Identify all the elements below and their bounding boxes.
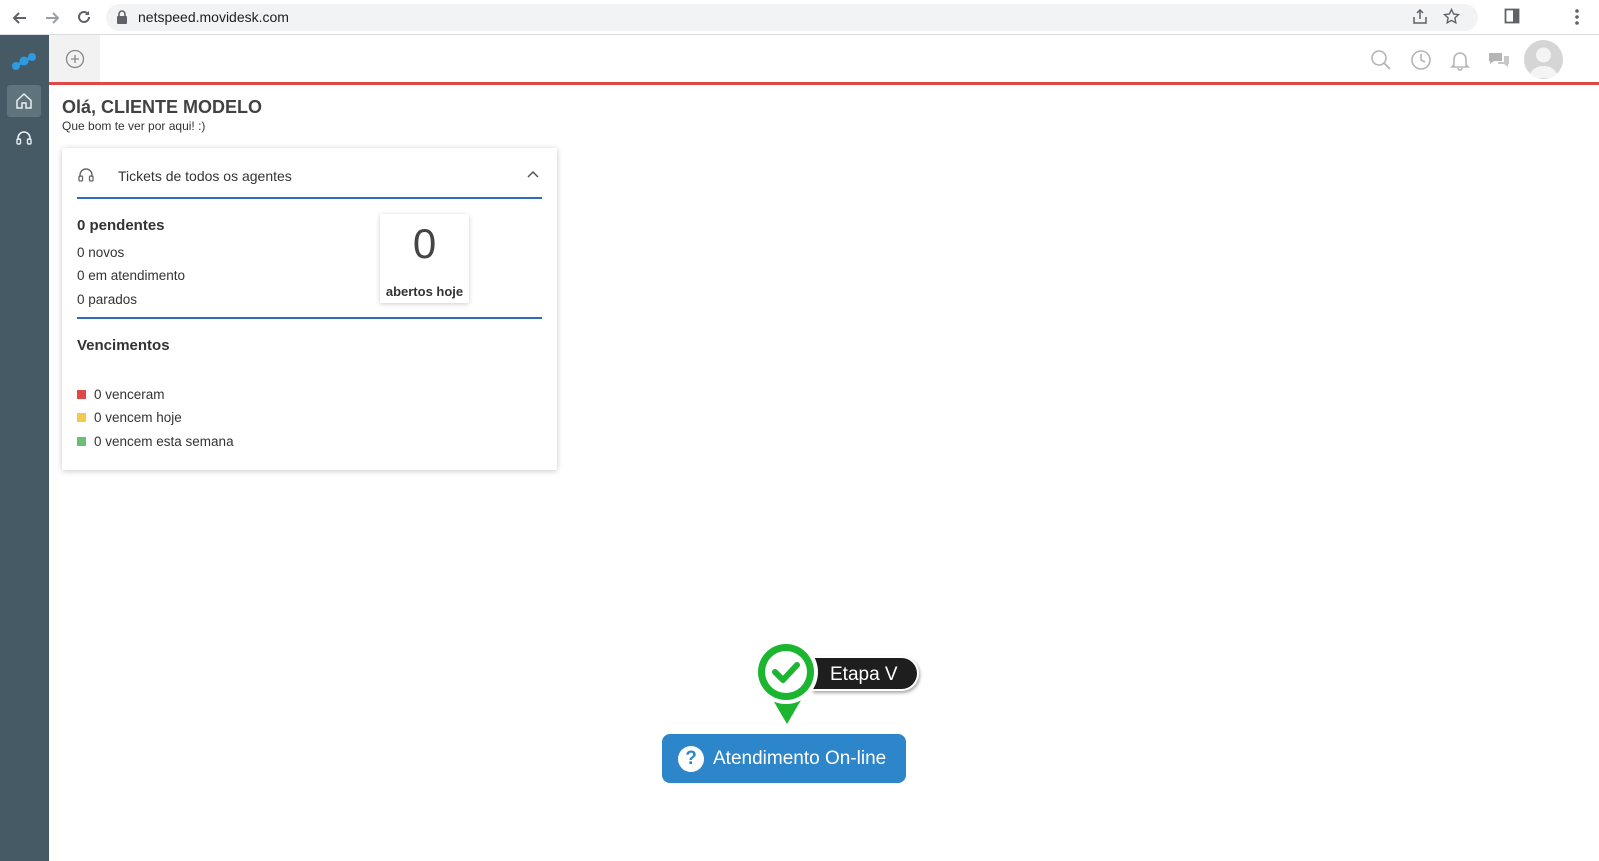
forward-button[interactable] xyxy=(40,6,64,30)
headset-icon xyxy=(78,168,94,182)
history-icon[interactable] xyxy=(1410,49,1432,71)
forward-arrow-icon xyxy=(46,12,60,24)
opened-today-label: abertos hoje xyxy=(385,284,464,299)
page-subtitle: Que bom te ver por aqui! :) xyxy=(62,119,206,133)
opened-today-box[interactable]: 0 abertos hoje xyxy=(380,214,469,303)
movidesk-logo[interactable] xyxy=(11,52,37,77)
due-week-row[interactable]: 0 vencem esta semana xyxy=(77,434,234,449)
due-today-row[interactable]: 0 vencem hoje xyxy=(77,410,182,425)
due-expired-label: 0 venceram xyxy=(94,387,165,402)
side-panel-icon[interactable] xyxy=(1504,8,1520,24)
lock-icon xyxy=(117,10,127,24)
online-support-button[interactable]: ? Atendimento On-line xyxy=(662,734,906,783)
due-title: Vencimentos xyxy=(77,337,170,354)
step-label: Etapa V xyxy=(830,664,898,685)
user-icon xyxy=(1529,47,1558,78)
add-icon xyxy=(65,49,84,68)
address-bar[interactable]: netspeed.movidesk.com xyxy=(106,4,1478,31)
online-support-label: Atendimento On-line xyxy=(713,747,887,769)
user-avatar[interactable] xyxy=(1524,40,1563,79)
reload-button[interactable] xyxy=(72,6,96,30)
browser-menu-icon[interactable] xyxy=(1574,8,1580,26)
card-title: Tickets de todos os agentes xyxy=(118,168,292,184)
due-week-label: 0 vencem esta semana xyxy=(94,434,234,449)
page-title: Olá, CLIENTE MODELO xyxy=(62,97,263,117)
help-icon: ? xyxy=(678,745,704,772)
card-divider xyxy=(77,317,542,319)
bookmark-star-icon[interactable] xyxy=(1443,8,1460,25)
reload-icon xyxy=(78,10,90,23)
back-button[interactable] xyxy=(8,6,32,30)
pending-stopped: 0 parados xyxy=(77,292,138,307)
url-text: netspeed.movidesk.com xyxy=(138,9,289,25)
step-badge: Etapa V xyxy=(812,656,919,691)
chevron-up-icon[interactable] xyxy=(526,169,540,179)
due-today-label: 0 vencem hoje xyxy=(94,410,182,425)
pending-in-service: 0 em atendimento xyxy=(77,268,186,283)
green-square-icon xyxy=(77,437,86,446)
headset-icon xyxy=(16,131,32,145)
browser-toolbar: netspeed.movidesk.com xyxy=(0,0,1599,35)
add-button[interactable] xyxy=(49,35,100,82)
share-icon[interactable] xyxy=(1412,9,1428,25)
tickets-card: Tickets de todos os agentes 0 pendentes … xyxy=(62,148,557,470)
back-arrow-icon xyxy=(12,12,26,24)
app-header xyxy=(49,35,1599,85)
search-icon[interactable] xyxy=(1370,49,1392,71)
sidebar-item-tickets[interactable] xyxy=(7,122,41,154)
logo-icon xyxy=(12,53,36,70)
red-square-icon xyxy=(77,390,86,399)
card-header[interactable]: Tickets de todos os agentes xyxy=(77,160,542,199)
pending-title: 0 pendentes xyxy=(77,217,165,234)
check-pin-icon xyxy=(754,640,818,730)
home-icon xyxy=(16,92,32,109)
sidebar-item-home[interactable] xyxy=(7,85,41,117)
yellow-square-icon xyxy=(77,413,86,422)
opened-today-count: 0 xyxy=(412,220,437,267)
chat-icon[interactable] xyxy=(1487,49,1511,71)
left-sidebar xyxy=(0,35,49,861)
due-expired-row[interactable]: 0 venceram xyxy=(77,387,165,402)
bell-icon[interactable] xyxy=(1449,49,1471,71)
pending-new: 0 novos xyxy=(77,245,125,260)
